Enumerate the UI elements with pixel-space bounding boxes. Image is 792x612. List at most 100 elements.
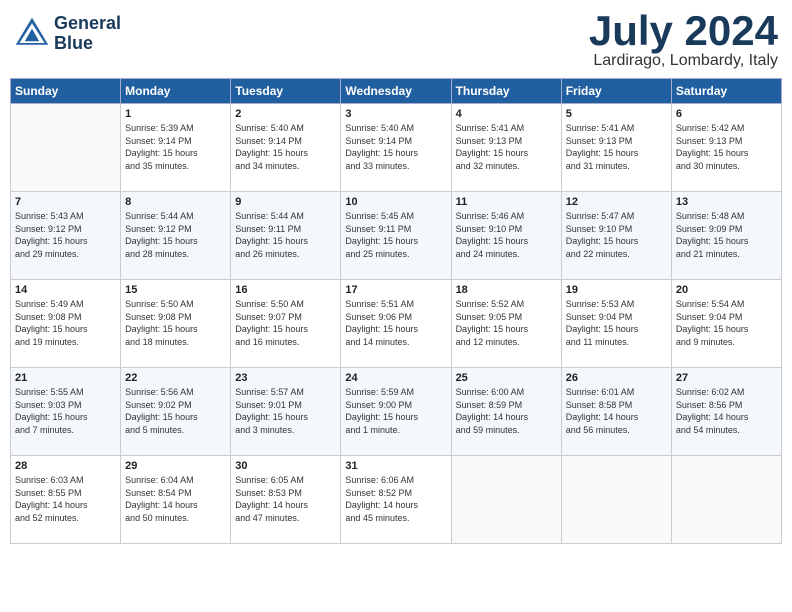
- day-info: Sunrise: 5:41 AM Sunset: 9:13 PM Dayligh…: [456, 122, 557, 172]
- header-day-friday: Friday: [561, 79, 671, 104]
- week-row-4: 21 Sunrise: 5:55 AM Sunset: 9:03 PM Dayli…: [11, 368, 782, 456]
- day-number: 18: [456, 284, 557, 296]
- day-info: Sunrise: 5:44 AM Sunset: 9:11 PM Dayligh…: [235, 210, 336, 260]
- day-info: Sunrise: 5:52 AM Sunset: 9:05 PM Dayligh…: [456, 298, 557, 348]
- day-cell: 24Sunrise: 5:59 AM Sunset: 9:00 PM Dayli…: [341, 368, 451, 456]
- day-cell: 12 Sunrise: 5:47 AM Sunset: 9:10 PM Dayli…: [561, 192, 671, 280]
- week-row-1: 1Sunrise: 5:39 AM Sunset: 9:14 PM Daylig…: [11, 104, 782, 192]
- day-info: Sunrise: 5:53 AM Sunset: 9:04 PM Dayligh…: [566, 298, 667, 348]
- day-info: Sunrise: 5:47 AM Sunset: 9:10 PM Dayligh…: [566, 210, 667, 260]
- logo-line2: Blue: [54, 34, 121, 54]
- day-cell: 31Sunrise: 6:06 AM Sunset: 8:52 PM Dayli…: [341, 456, 451, 544]
- calendar-header-row: SundayMondayTuesdayWednesdayThursdayFrid…: [11, 79, 782, 104]
- day-info: Sunrise: 5:50 AM Sunset: 9:08 PM Dayligh…: [125, 298, 226, 348]
- day-cell: 23Sunrise: 5:57 AM Sunset: 9:01 PM Dayli…: [231, 368, 341, 456]
- day-cell: [671, 456, 781, 544]
- day-info: Sunrise: 5:45 AM Sunset: 9:11 PM Dayligh…: [345, 210, 446, 260]
- day-info: Sunrise: 6:01 AM Sunset: 8:58 PM Dayligh…: [566, 386, 667, 436]
- header-day-wednesday: Wednesday: [341, 79, 451, 104]
- logo-line1: General: [54, 14, 121, 34]
- day-cell: 26 Sunrise: 6:01 AM Sunset: 8:58 PM Dayli…: [561, 368, 671, 456]
- day-cell: 25 Sunrise: 6:00 AM Sunset: 8:59 PM Dayli…: [451, 368, 561, 456]
- logo-text: General Blue: [54, 14, 121, 54]
- day-number: 29: [125, 460, 226, 472]
- day-number: 3: [345, 108, 446, 120]
- day-info: Sunrise: 5:44 AM Sunset: 9:12 PM Dayligh…: [125, 210, 226, 260]
- day-number: 14: [15, 284, 116, 296]
- day-info: Sunrise: 6:02 AM Sunset: 8:56 PM Dayligh…: [676, 386, 777, 436]
- day-number: 9: [235, 196, 336, 208]
- day-info: Sunrise: 5:55 AM Sunset: 9:03 PM Dayligh…: [15, 386, 116, 436]
- day-cell: 28 Sunrise: 6:03 AM Sunset: 8:55 PM Dayli…: [11, 456, 121, 544]
- day-info: Sunrise: 5:41 AM Sunset: 9:13 PM Dayligh…: [566, 122, 667, 172]
- day-number: 20: [676, 284, 777, 296]
- day-info: Sunrise: 5:40 AM Sunset: 9:14 PM Dayligh…: [235, 122, 336, 172]
- day-cell: 5 Sunrise: 5:41 AM Sunset: 9:13 PM Daylig…: [561, 104, 671, 192]
- day-info: Sunrise: 6:00 AM Sunset: 8:59 PM Dayligh…: [456, 386, 557, 436]
- day-number: 16: [235, 284, 336, 296]
- header-day-tuesday: Tuesday: [231, 79, 341, 104]
- day-cell: 2Sunrise: 5:40 AM Sunset: 9:14 PM Daylig…: [231, 104, 341, 192]
- day-number: 30: [235, 460, 336, 472]
- day-cell: 10Sunrise: 5:45 AM Sunset: 9:11 PM Dayli…: [341, 192, 451, 280]
- day-number: 12: [566, 196, 667, 208]
- header-day-saturday: Saturday: [671, 79, 781, 104]
- day-cell: [11, 104, 121, 192]
- day-cell: [451, 456, 561, 544]
- header-day-sunday: Sunday: [11, 79, 121, 104]
- week-row-5: 28 Sunrise: 6:03 AM Sunset: 8:55 PM Dayli…: [11, 456, 782, 544]
- day-cell: 29 Sunrise: 6:04 AM Sunset: 8:54 PM Dayli…: [121, 456, 231, 544]
- day-cell: 27 Sunrise: 6:02 AM Sunset: 8:56 PM Dayli…: [671, 368, 781, 456]
- day-cell: 17 Sunrise: 5:51 AM Sunset: 9:06 PM Dayli…: [341, 280, 451, 368]
- day-cell: 20 Sunrise: 5:54 AM Sunset: 9:04 PM Dayli…: [671, 280, 781, 368]
- calendar-table: SundayMondayTuesdayWednesdayThursdayFrid…: [10, 78, 782, 544]
- day-number: 22: [125, 372, 226, 384]
- day-info: Sunrise: 6:05 AM Sunset: 8:53 PM Dayligh…: [235, 474, 336, 524]
- day-cell: 9 Sunrise: 5:44 AM Sunset: 9:11 PM Daylig…: [231, 192, 341, 280]
- day-number: 25: [456, 372, 557, 384]
- day-cell: 21 Sunrise: 5:55 AM Sunset: 9:03 PM Dayli…: [11, 368, 121, 456]
- day-info: Sunrise: 6:04 AM Sunset: 8:54 PM Dayligh…: [125, 474, 226, 524]
- day-number: 21: [15, 372, 116, 384]
- day-cell: 6Sunrise: 5:42 AM Sunset: 9:13 PM Daylig…: [671, 104, 781, 192]
- day-number: 28: [15, 460, 116, 472]
- header-day-thursday: Thursday: [451, 79, 561, 104]
- day-number: 1: [125, 108, 226, 120]
- day-info: Sunrise: 5:49 AM Sunset: 9:08 PM Dayligh…: [15, 298, 116, 348]
- day-cell: 13Sunrise: 5:48 AM Sunset: 9:09 PM Dayli…: [671, 192, 781, 280]
- day-cell: 1Sunrise: 5:39 AM Sunset: 9:14 PM Daylig…: [121, 104, 231, 192]
- day-number: 11: [456, 196, 557, 208]
- day-number: 19: [566, 284, 667, 296]
- day-info: Sunrise: 5:59 AM Sunset: 9:00 PM Dayligh…: [345, 386, 446, 436]
- day-number: 8: [125, 196, 226, 208]
- day-number: 26: [566, 372, 667, 384]
- day-number: 5: [566, 108, 667, 120]
- day-cell: [561, 456, 671, 544]
- day-info: Sunrise: 5:56 AM Sunset: 9:02 PM Dayligh…: [125, 386, 226, 436]
- day-info: Sunrise: 5:40 AM Sunset: 9:14 PM Dayligh…: [345, 122, 446, 172]
- day-cell: 8 Sunrise: 5:44 AM Sunset: 9:12 PM Daylig…: [121, 192, 231, 280]
- header-day-monday: Monday: [121, 79, 231, 104]
- day-info: Sunrise: 5:46 AM Sunset: 9:10 PM Dayligh…: [456, 210, 557, 260]
- day-number: 4: [456, 108, 557, 120]
- day-cell: 14 Sunrise: 5:49 AM Sunset: 9:08 PM Dayli…: [11, 280, 121, 368]
- day-number: 27: [676, 372, 777, 384]
- day-info: Sunrise: 5:54 AM Sunset: 9:04 PM Dayligh…: [676, 298, 777, 348]
- title-area: July 2024 Lardirago, Lombardy, Italy: [589, 10, 778, 70]
- day-number: 13: [676, 196, 777, 208]
- location-title: Lardirago, Lombardy, Italy: [589, 52, 778, 70]
- day-cell: 22 Sunrise: 5:56 AM Sunset: 9:02 PM Dayli…: [121, 368, 231, 456]
- day-cell: 7Sunrise: 5:43 AM Sunset: 9:12 PM Daylig…: [11, 192, 121, 280]
- day-number: 7: [15, 196, 116, 208]
- day-info: Sunrise: 5:57 AM Sunset: 9:01 PM Dayligh…: [235, 386, 336, 436]
- day-number: 17: [345, 284, 446, 296]
- day-info: Sunrise: 6:06 AM Sunset: 8:52 PM Dayligh…: [345, 474, 446, 524]
- day-cell: 4 Sunrise: 5:41 AM Sunset: 9:13 PM Daylig…: [451, 104, 561, 192]
- day-info: Sunrise: 6:03 AM Sunset: 8:55 PM Dayligh…: [15, 474, 116, 524]
- day-cell: 18 Sunrise: 5:52 AM Sunset: 9:05 PM Dayli…: [451, 280, 561, 368]
- header: General Blue July 2024 Lardirago, Lombar…: [10, 10, 782, 70]
- day-info: Sunrise: 5:51 AM Sunset: 9:06 PM Dayligh…: [345, 298, 446, 348]
- day-cell: 19 Sunrise: 5:53 AM Sunset: 9:04 PM Dayli…: [561, 280, 671, 368]
- day-cell: 30 Sunrise: 6:05 AM Sunset: 8:53 PM Dayli…: [231, 456, 341, 544]
- week-row-2: 7Sunrise: 5:43 AM Sunset: 9:12 PM Daylig…: [11, 192, 782, 280]
